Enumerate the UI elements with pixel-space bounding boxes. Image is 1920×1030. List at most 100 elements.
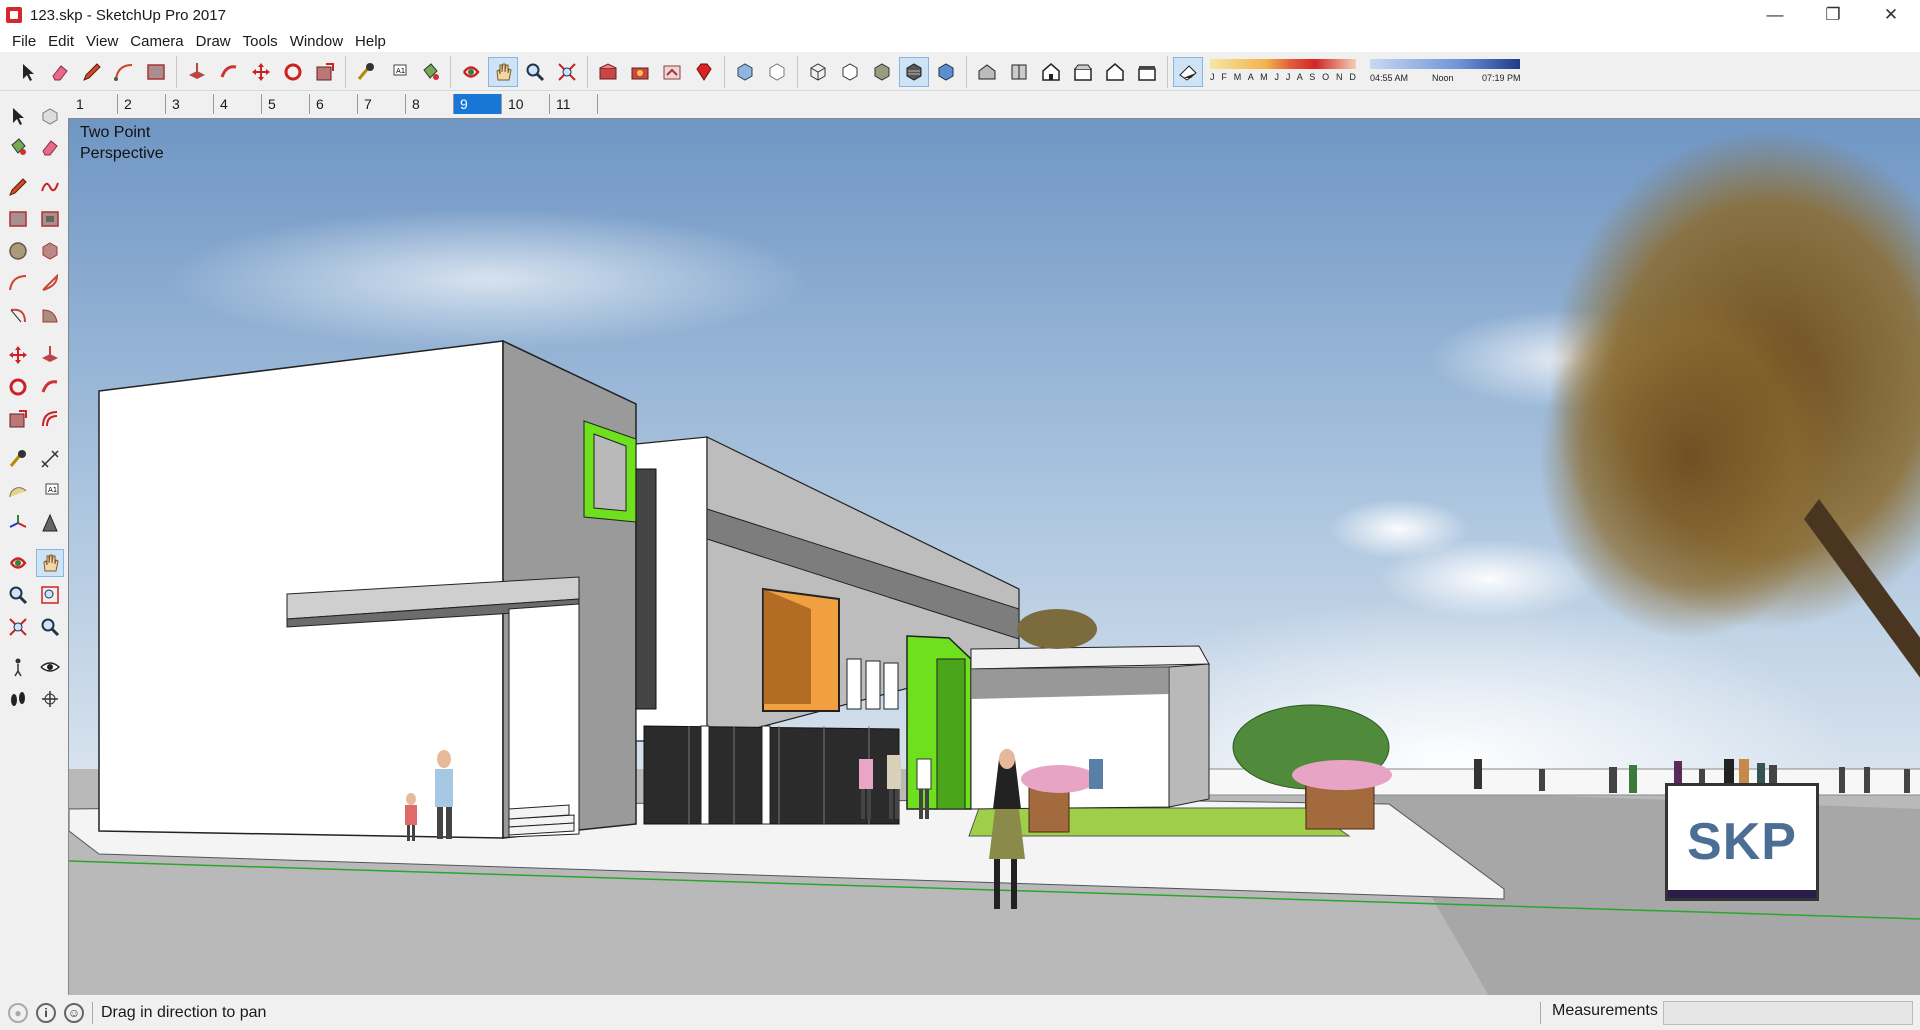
scene-tab-3[interactable]: 3 — [166, 94, 214, 114]
side-3d-text-button[interactable] — [36, 509, 64, 537]
time-slider[interactable] — [1370, 58, 1520, 69]
model-viewport[interactable]: Two Point Perspective — [68, 118, 1920, 995]
side-eraser-button[interactable] — [36, 133, 64, 161]
right-view-button[interactable] — [1068, 57, 1098, 87]
rotate-tool-button[interactable] — [278, 57, 308, 87]
side-zoom-window-button[interactable] — [36, 581, 64, 609]
menu-file[interactable]: File — [6, 33, 42, 50]
hidden-line-button[interactable] — [835, 57, 865, 87]
geo-location-icon[interactable]: ● — [8, 1003, 28, 1023]
side-push-pull-button[interactable] — [36, 341, 64, 369]
month-slider[interactable] — [1210, 58, 1356, 69]
side-line-button[interactable] — [4, 173, 32, 201]
scene-tab-8[interactable]: 8 — [406, 94, 454, 114]
back-view-button[interactable] — [1100, 57, 1130, 87]
side-walk-button[interactable] — [4, 685, 32, 713]
menu-view[interactable]: View — [80, 33, 124, 50]
extension-warehouse-button[interactable] — [689, 57, 719, 87]
menu-camera[interactable]: Camera — [124, 33, 189, 50]
top-view-button[interactable] — [1004, 57, 1034, 87]
side-section-plane-button[interactable] — [36, 685, 64, 713]
side-dimension-button[interactable] — [36, 445, 64, 473]
side-pie-button[interactable] — [36, 301, 64, 329]
side-2point-arc-button[interactable] — [36, 269, 64, 297]
wireframe-button[interactable] — [803, 57, 833, 87]
arc-tool-button[interactable] — [109, 57, 139, 87]
side-freehand-button[interactable] — [36, 173, 64, 201]
side-look-around-button[interactable] — [36, 653, 64, 681]
shaded-button[interactable] — [867, 57, 897, 87]
move-tool-button[interactable] — [246, 57, 276, 87]
side-position-camera-button[interactable] — [4, 653, 32, 681]
line-tool-button[interactable] — [77, 57, 107, 87]
side-select-button[interactable] — [4, 102, 32, 130]
scene-tab-4[interactable]: 4 — [214, 94, 262, 114]
measurements-input[interactable] — [1663, 1001, 1913, 1025]
user-account-icon[interactable]: ☺ — [64, 1003, 84, 1023]
side-axes-button[interactable] — [4, 509, 32, 537]
paint-bucket-button[interactable] — [415, 57, 445, 87]
side-scale-button[interactable] — [4, 405, 32, 433]
rectangle-tool-button[interactable] — [141, 57, 171, 87]
side-orbit-button[interactable] — [4, 549, 32, 577]
scene-tab-6[interactable]: 6 — [310, 94, 358, 114]
front-view-button[interactable] — [1036, 57, 1066, 87]
side-pan-button[interactable] — [36, 549, 64, 577]
side-follow-me-button[interactable] — [36, 373, 64, 401]
scale-tool-button[interactable] — [310, 57, 340, 87]
side-3point-arc-button[interactable] — [4, 301, 32, 329]
back-edges-button[interactable] — [762, 57, 792, 87]
side-rotate-button[interactable] — [4, 373, 32, 401]
minimize-button[interactable]: — — [1746, 0, 1804, 30]
left-view-button[interactable] — [1132, 57, 1162, 87]
menu-draw[interactable]: Draw — [190, 33, 237, 50]
menu-tools[interactable]: Tools — [237, 33, 284, 50]
side-paint-button[interactable] — [4, 133, 32, 161]
side-rectangle-button[interactable] — [4, 205, 32, 233]
scene-tab-2[interactable]: 2 — [118, 94, 166, 114]
side-make-component-button[interactable] — [36, 102, 64, 130]
select-tool-button[interactable] — [13, 57, 43, 87]
shadows-toggle-button[interactable] — [1173, 56, 1203, 87]
3d-warehouse-button[interactable] — [593, 57, 623, 87]
side-move-button[interactable] — [4, 341, 32, 369]
scene-tab-7[interactable]: 7 — [358, 94, 406, 114]
zoom-button[interactable] — [520, 57, 550, 87]
side-polygon-button[interactable] — [36, 237, 64, 265]
eraser-tool-button[interactable] — [45, 57, 75, 87]
side-protractor-button[interactable] — [4, 477, 32, 505]
iso-view-button[interactable] — [972, 57, 1002, 87]
side-circle-button[interactable] — [4, 237, 32, 265]
side-zoom-extents-button[interactable] — [4, 613, 32, 641]
share-component-button[interactable] — [657, 57, 687, 87]
scene-tab-9[interactable]: 9 — [454, 94, 502, 114]
menu-help[interactable]: Help — [349, 33, 392, 50]
side-tape-measure-button[interactable] — [4, 445, 32, 473]
scene-tab-5[interactable]: 5 — [262, 94, 310, 114]
side-zoom-button[interactable] — [4, 581, 32, 609]
scene-tab-11[interactable]: 11 — [550, 94, 598, 114]
share-model-button[interactable] — [625, 57, 655, 87]
side-offset-button[interactable] — [36, 405, 64, 433]
menu-edit[interactable]: Edit — [42, 33, 80, 50]
close-button[interactable]: ✕ — [1862, 0, 1920, 30]
side-rotated-rectangle-button[interactable] — [36, 205, 64, 233]
scene-tab-1[interactable]: 1 — [70, 94, 118, 114]
pan-button[interactable] — [488, 56, 518, 87]
shaded-with-textures-button[interactable] — [899, 56, 929, 87]
follow-me-button[interactable] — [214, 57, 244, 87]
credits-info-icon[interactable]: i — [36, 1003, 56, 1023]
zoom-extents-button[interactable] — [552, 57, 582, 87]
restore-button[interactable]: ❐ — [1804, 0, 1862, 30]
side-text-button[interactable]: A1 — [36, 477, 64, 505]
xray-style-button[interactable] — [730, 57, 760, 87]
side-previous-view-button[interactable] — [36, 613, 64, 641]
menu-window[interactable]: Window — [284, 33, 349, 50]
side-arc-button[interactable] — [4, 269, 32, 297]
monochrome-button[interactable] — [931, 57, 961, 87]
push-pull-button[interactable] — [182, 57, 212, 87]
orbit-button[interactable] — [456, 57, 486, 87]
text-tool-button[interactable]: A1 — [383, 57, 413, 87]
tape-measure-button[interactable] — [351, 57, 381, 87]
scene-tab-10[interactable]: 10 — [502, 94, 550, 114]
